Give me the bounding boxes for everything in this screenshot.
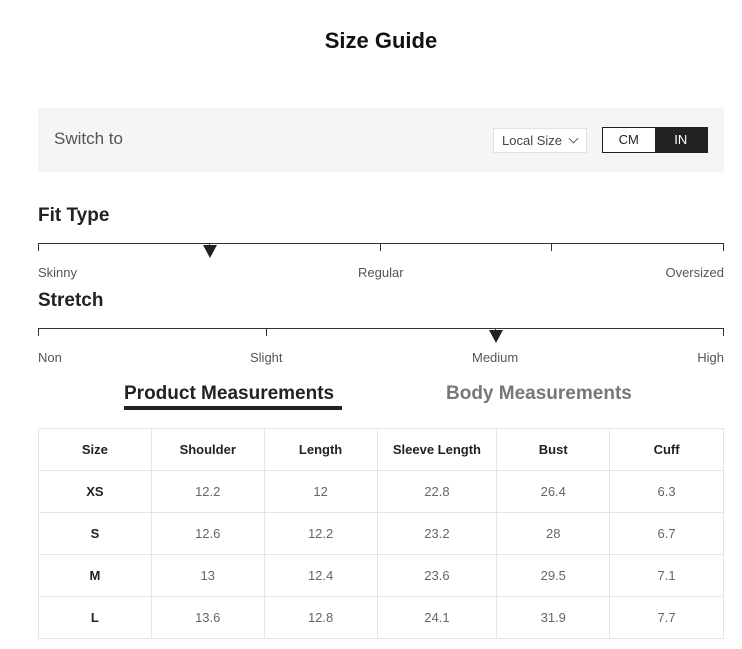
measurement-table: Size Shoulder Length Sleeve Length Bust … bbox=[38, 428, 724, 639]
cell-sleeve-length: 22.8 bbox=[376, 470, 498, 513]
stretch-marker bbox=[488, 330, 503, 343]
chevron-down-icon bbox=[568, 133, 579, 144]
table-row: S 12.6 12.2 23.2 28 6.7 bbox=[38, 512, 724, 555]
cell-sleeve-length: 23.2 bbox=[376, 512, 498, 555]
active-tab-underline bbox=[124, 406, 342, 410]
header-length: Length bbox=[263, 428, 378, 471]
page-title: Size Guide bbox=[324, 28, 438, 53]
stretch-label-slight: Slight bbox=[250, 350, 283, 365]
cell-length: 12.2 bbox=[263, 512, 378, 555]
table-row: L 13.6 12.8 24.1 31.9 7.7 bbox=[38, 596, 724, 639]
cell-length: 12 bbox=[263, 470, 378, 513]
table-header-row: Size Shoulder Length Sleeve Length Bust … bbox=[38, 428, 724, 471]
cell-bust: 31.9 bbox=[496, 596, 611, 639]
scale-tick bbox=[380, 243, 381, 251]
scale-tick bbox=[723, 243, 724, 251]
cell-sleeve-length: 24.1 bbox=[376, 596, 498, 639]
header-size: Size bbox=[38, 428, 152, 471]
stretch-scale bbox=[38, 328, 724, 343]
cell-shoulder: 12.2 bbox=[150, 470, 265, 513]
scale-tick bbox=[266, 328, 267, 336]
cell-cuff: 6.3 bbox=[609, 470, 724, 513]
scale-tick bbox=[38, 328, 39, 336]
cell-size: M bbox=[38, 554, 152, 597]
tab-product-measurements[interactable]: Product Measurements bbox=[124, 383, 334, 405]
cell-size: L bbox=[38, 596, 152, 639]
scale-tick bbox=[38, 243, 39, 251]
tab-body-measurements[interactable]: Body Measurements bbox=[446, 383, 632, 405]
table-row: XS 12.2 12 22.8 26.4 6.3 bbox=[38, 470, 724, 513]
cell-cuff: 7.7 bbox=[609, 596, 724, 639]
stretch-label-non: Non bbox=[38, 350, 62, 365]
table-row: M 13 12.4 23.6 29.5 7.1 bbox=[38, 554, 724, 597]
local-size-label: Local Size bbox=[502, 133, 562, 148]
stretch-title: Stretch bbox=[38, 290, 104, 311]
header-shoulder: Shoulder bbox=[150, 428, 265, 471]
fit-label-oversized: Oversized bbox=[665, 265, 724, 280]
cell-cuff: 6.7 bbox=[609, 512, 724, 555]
cell-shoulder: 12.6 bbox=[150, 512, 265, 555]
header-bust: Bust bbox=[496, 428, 611, 471]
cell-shoulder: 13.6 bbox=[150, 596, 265, 639]
header-sleeve-length: Sleeve Length bbox=[376, 428, 498, 471]
fit-label-regular: Regular bbox=[358, 265, 404, 280]
cell-bust: 26.4 bbox=[496, 470, 611, 513]
scale-tick bbox=[551, 243, 552, 251]
header-cuff: Cuff bbox=[609, 428, 724, 471]
unit-in-button[interactable]: IN bbox=[654, 128, 707, 152]
fit-type-title: Fit Type bbox=[38, 205, 110, 226]
cell-sleeve-length: 23.6 bbox=[376, 554, 498, 597]
fit-label-skinny: Skinny bbox=[38, 265, 78, 280]
fit-type-marker bbox=[202, 245, 217, 258]
cell-bust: 29.5 bbox=[496, 554, 611, 597]
cell-bust: 28 bbox=[496, 512, 611, 555]
cell-size: XS bbox=[38, 470, 152, 513]
unit-switch-bar: Switch to Local Size CM IN bbox=[38, 108, 724, 172]
cell-length: 12.8 bbox=[263, 596, 378, 639]
unit-cm-button[interactable]: CM bbox=[603, 128, 655, 152]
fit-type-scale bbox=[38, 243, 724, 258]
cell-shoulder: 13 bbox=[150, 554, 265, 597]
unit-toggle: CM IN bbox=[602, 127, 708, 153]
cell-length: 12.4 bbox=[263, 554, 378, 597]
switch-label: Switch to bbox=[54, 129, 123, 148]
scale-tick bbox=[723, 328, 724, 336]
stretch-label-high: High bbox=[697, 350, 724, 365]
local-size-dropdown[interactable]: Local Size bbox=[493, 128, 587, 153]
cell-size: S bbox=[38, 512, 152, 555]
cell-cuff: 7.1 bbox=[609, 554, 724, 597]
stretch-label-medium: Medium bbox=[472, 350, 519, 365]
